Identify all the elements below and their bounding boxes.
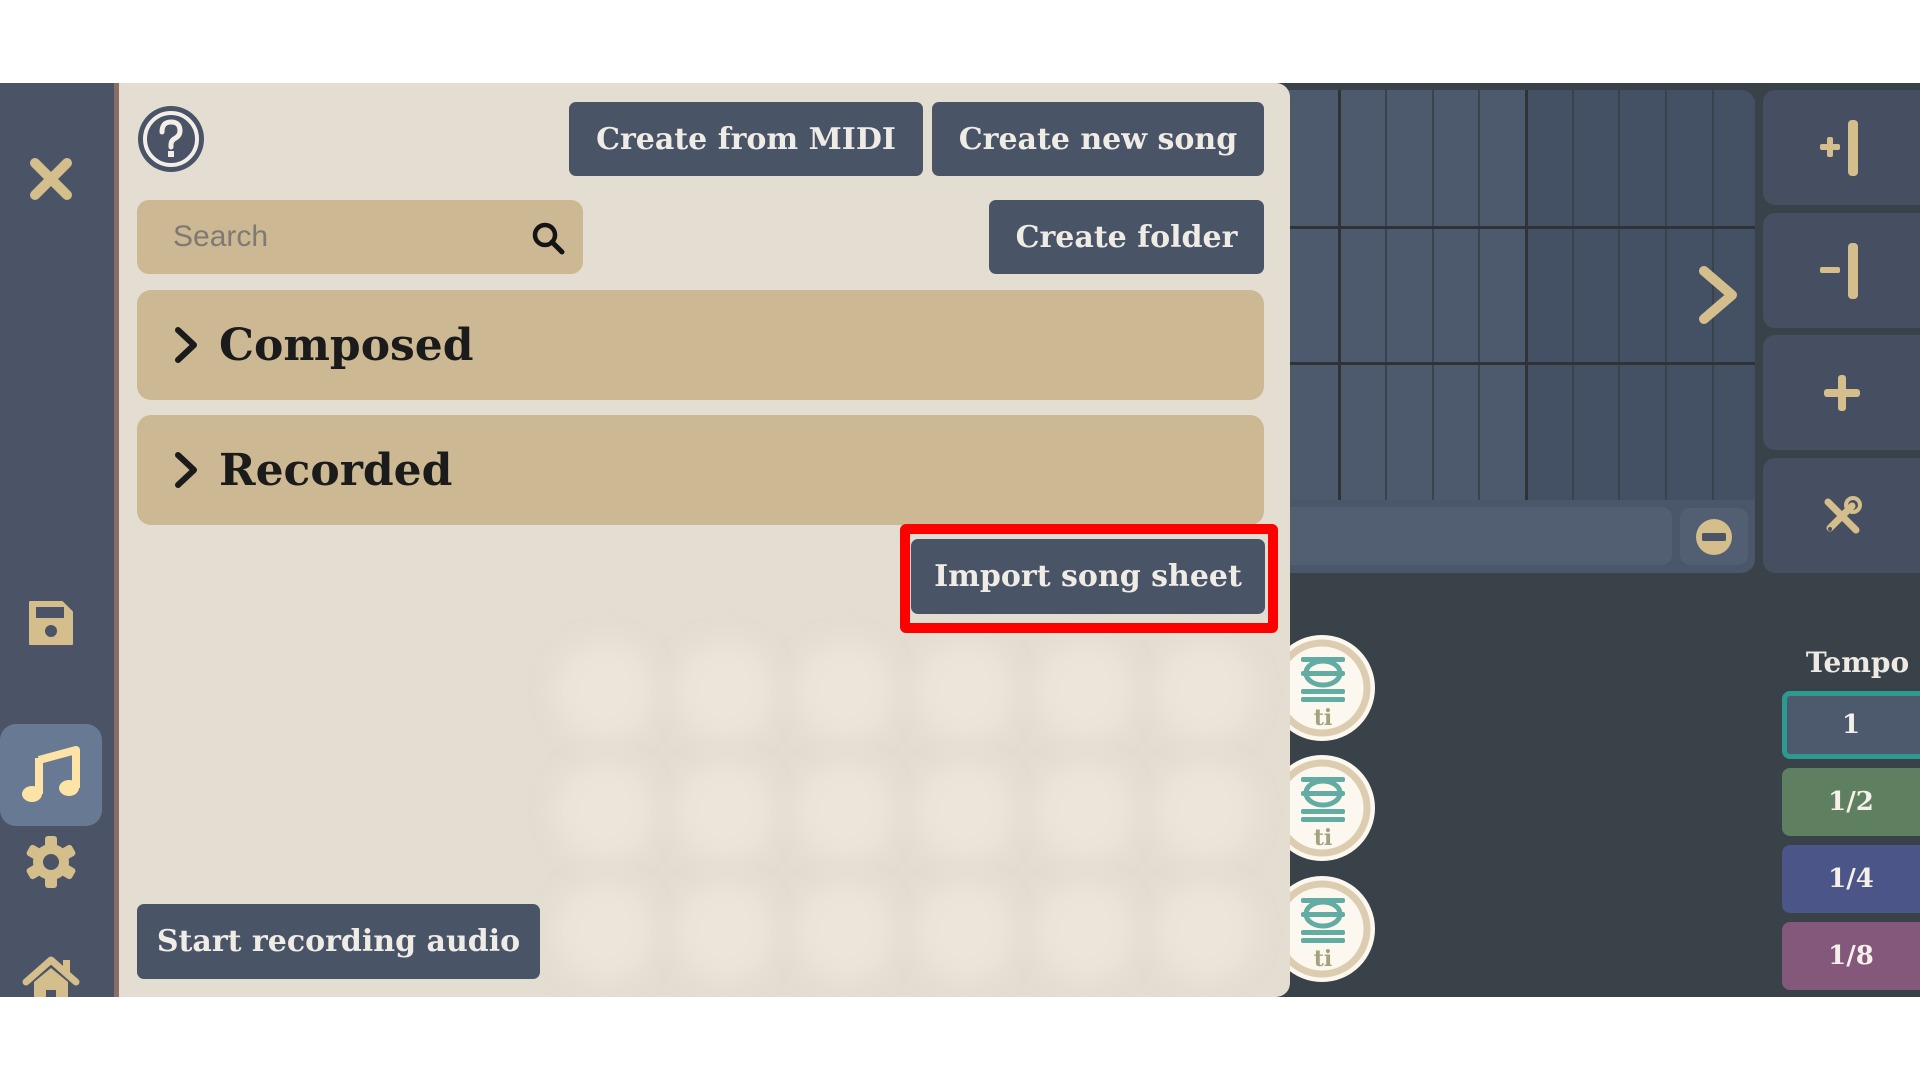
decorative-blur [795, 881, 895, 981]
grid-line [1478, 90, 1480, 500]
decorative-blur [675, 761, 775, 861]
chevron-right-icon [1699, 266, 1737, 324]
folder-label: Composed [219, 319, 474, 371]
decorative-blur [555, 761, 655, 861]
decorative-blur [675, 641, 775, 741]
song-menu-panel: Create from MIDI Create new song Create … [119, 83, 1290, 997]
folder-label: Recorded [219, 444, 453, 496]
search-input[interactable] [173, 200, 513, 274]
tools-button[interactable] [1763, 458, 1920, 573]
home-icon [22, 956, 80, 997]
decorative-blur [1155, 761, 1255, 861]
create-from-midi-button[interactable]: Create from MIDI [569, 102, 923, 176]
help-button[interactable] [137, 105, 205, 173]
add-column-icon [1819, 119, 1858, 176]
grid-line [1665, 90, 1667, 500]
start-recording-audio-button[interactable]: Start recording audio [137, 904, 540, 979]
tempo-option-1-2[interactable]: 1/2 [1782, 768, 1920, 836]
decorative-blur [555, 881, 655, 981]
app: ti ti ti Tempo 1 1/2 1/4 1/8 Create from… [0, 83, 1920, 997]
remove-column-icon [1819, 242, 1858, 299]
add-column-button[interactable] [1763, 90, 1920, 205]
tempo-option-1-8[interactable]: 1/8 [1782, 922, 1920, 990]
hide-timeline-button[interactable] [1680, 508, 1748, 565]
remove-column-button[interactable] [1763, 213, 1920, 328]
help-icon [138, 106, 204, 172]
plus-icon [1823, 374, 1860, 411]
settings-button[interactable] [0, 811, 102, 913]
create-new-song-button[interactable]: Create new song [932, 102, 1264, 176]
gear-icon [26, 836, 76, 888]
note-label: ti [1314, 825, 1333, 851]
grid-line [1270, 226, 1755, 229]
sidebar [0, 83, 114, 997]
decorative-blur [915, 761, 1015, 861]
minus-circle-icon [1696, 518, 1732, 555]
grid-line [1618, 90, 1620, 500]
next-column-button[interactable] [1696, 265, 1742, 325]
decorative-blur [1155, 881, 1255, 981]
decorative-blur [795, 641, 895, 741]
add-button[interactable] [1763, 335, 1920, 450]
decorative-blur [915, 881, 1015, 981]
create-folder-button[interactable]: Create folder [989, 200, 1264, 274]
tempo-option-1[interactable]: 1 [1782, 691, 1920, 759]
decorative-blur [915, 641, 1015, 741]
close-button[interactable] [0, 128, 102, 230]
import-song-sheet-button[interactable]: Import song sheet [911, 539, 1265, 614]
decorative-blur [675, 881, 775, 981]
home-button[interactable] [0, 931, 102, 997]
save-button[interactable] [0, 572, 102, 674]
save-icon [29, 601, 73, 645]
decorative-blur [795, 761, 895, 861]
folder-composed[interactable]: Composed [137, 290, 1264, 400]
grid-line [1572, 90, 1574, 500]
decorative-blur [555, 641, 655, 741]
grid-line [1338, 90, 1341, 500]
close-icon [30, 158, 72, 200]
tools-icon [1824, 495, 1862, 533]
tempo-label: Tempo [1805, 646, 1910, 679]
tempo-option-1-4[interactable]: 1/4 [1782, 845, 1920, 913]
grid-line [1385, 90, 1387, 500]
timeline-slider[interactable] [1270, 507, 1672, 565]
search-icon[interactable] [531, 221, 565, 255]
grid-line [1525, 90, 1528, 500]
chevron-right-icon [175, 452, 197, 488]
decorative-blur [1035, 761, 1135, 861]
grid-line [1270, 362, 1755, 365]
decorative-blur [1155, 641, 1255, 741]
decorative-blur [1035, 641, 1135, 741]
composer-canvas[interactable] [1270, 90, 1755, 500]
decorative-blur [1035, 881, 1135, 981]
chevron-right-icon [175, 327, 197, 363]
note-label: ti [1314, 946, 1333, 972]
note-label: ti [1314, 705, 1333, 731]
music-note-icon [22, 746, 80, 802]
grid-line [1432, 90, 1434, 500]
search-box [137, 200, 583, 274]
folder-recorded[interactable]: Recorded [137, 415, 1264, 525]
